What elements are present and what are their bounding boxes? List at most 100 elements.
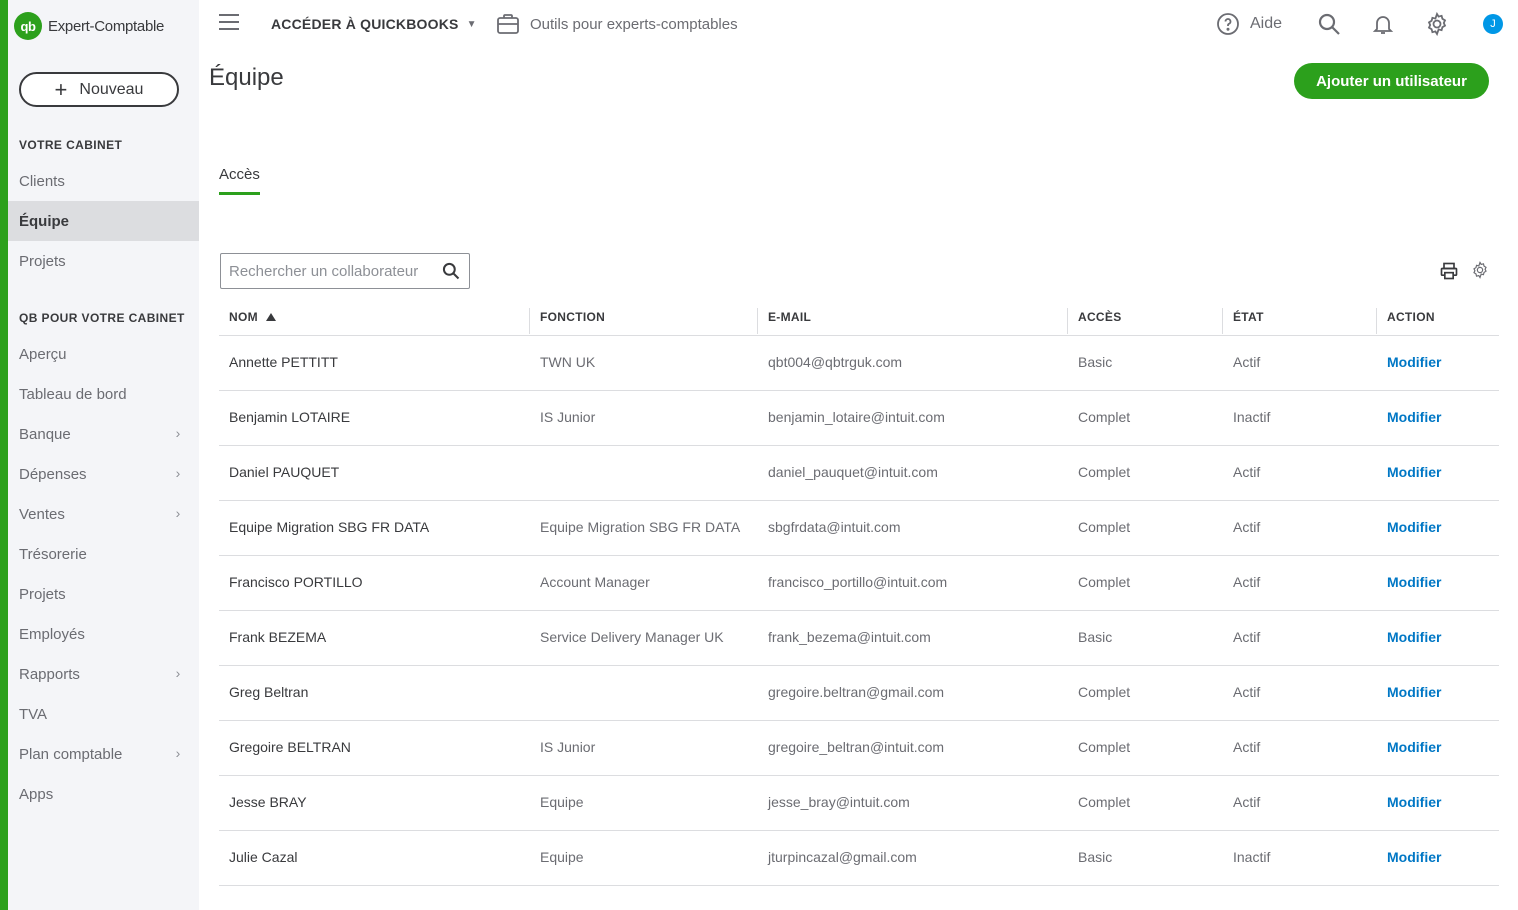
edit-link[interactable]: Modifier — [1387, 739, 1441, 755]
edit-link[interactable]: Modifier — [1387, 684, 1441, 700]
sidebar-item-equipe[interactable]: Équipe — [8, 201, 199, 241]
hamburger-icon[interactable] — [219, 14, 239, 32]
cell-function: Service Delivery Manager UK — [540, 629, 724, 645]
edit-link[interactable]: Modifier — [1387, 629, 1441, 645]
sidebar-item-depenses[interactable]: Dépenses › — [8, 454, 199, 494]
gear-icon[interactable] — [1425, 12, 1449, 36]
cell-name: Gregoire BELTRAN — [229, 739, 351, 755]
cell-access: Complet — [1078, 574, 1131, 590]
sidebar-item-label: TVA — [19, 705, 48, 723]
sidebar-item-clients[interactable]: Clients — [8, 161, 199, 201]
sidebar-item-projets[interactable]: Projets — [8, 241, 199, 281]
cell-function: IS Junior — [540, 739, 596, 755]
search-input[interactable] — [229, 261, 434, 281]
add-user-button[interactable]: Ajouter un utilisateur — [1294, 63, 1489, 99]
cell-email: benjamin_lotaire@intuit.com — [768, 409, 945, 425]
edit-link[interactable]: Modifier — [1387, 519, 1441, 535]
chevron-right-icon: › — [175, 425, 181, 441]
briefcase-icon — [497, 14, 519, 34]
edit-link[interactable]: Modifier — [1387, 464, 1441, 480]
team-table: NOM FONCTION E-MAIL ACCÈS ÉTAT ACTION Annette… — [219, 300, 1499, 886]
chevron-right-icon: › — [175, 665, 181, 681]
column-header-label: NOM — [229, 310, 258, 324]
sidebar-item-label: Équipe — [19, 212, 70, 230]
access-quickbooks-label: ACCÉDER À QUICKBOOKS — [271, 16, 459, 32]
table-row[interactable]: Julie Cazal Equipe jturpincazal@gmail.com B… — [219, 831, 1499, 886]
cell-function: Equipe — [540, 849, 584, 865]
access-quickbooks-menu[interactable]: ACCÉDER À QUICKBOOKS ▼ — [271, 16, 477, 32]
accountant-tools-button[interactable]: Outils pour experts-comptables — [496, 12, 738, 36]
edit-link[interactable]: Modifier — [1387, 849, 1441, 865]
cell-access: Complet — [1078, 409, 1131, 425]
cell-name: Annette PETTITT — [229, 354, 338, 370]
column-divider[interactable] — [1376, 308, 1377, 334]
table-row[interactable]: Gregoire BELTRAN IS Junior gregoire_beltra… — [219, 721, 1499, 776]
cell-name: Benjamin LOTAIRE — [229, 409, 351, 425]
sidebar-item-tableau-de-bord[interactable]: Tableau de bord — [8, 374, 199, 414]
cell-access: Complet — [1078, 684, 1131, 700]
sidebar-item-banque[interactable]: Banque › — [8, 414, 199, 454]
table-settings-icon[interactable] — [1471, 261, 1489, 279]
column-header-nom[interactable]: NOM — [229, 310, 276, 324]
table-row[interactable]: Equipe Migration SBG FR DATA Equipe Migra… — [219, 501, 1499, 556]
column-header-fonction[interactable]: FONCTION — [540, 310, 605, 324]
table-row[interactable]: Annette PETTITT TWN UK qbt004@qbtrguk.com B… — [219, 336, 1499, 391]
table-row[interactable]: Francisco PORTILLO Account Manager francis… — [219, 556, 1499, 611]
sidebar-item-apps[interactable]: Apps — [8, 774, 199, 814]
cell-state: Actif — [1233, 739, 1261, 755]
column-divider[interactable] — [529, 308, 530, 334]
avatar[interactable]: J — [1483, 14, 1503, 34]
brand-strip — [0, 0, 8, 910]
brand[interactable]: qb Expert-Comptable — [14, 11, 164, 41]
edit-link[interactable]: Modifier — [1387, 574, 1441, 590]
table-row[interactable]: Benjamin LOTAIRE IS Junior benjamin_lotair… — [219, 391, 1499, 446]
sidebar-item-rapports[interactable]: Rapports › — [8, 654, 199, 694]
sidebar-item-tresorerie[interactable]: Trésorerie — [8, 534, 199, 574]
tab-access[interactable]: Accès — [219, 166, 260, 195]
table-row[interactable]: Greg Beltran gregoire.beltran@gmail.com Co… — [219, 666, 1499, 721]
sidebar-item-projets[interactable]: Projets — [8, 574, 199, 614]
sidebar-item-label: Employés — [19, 625, 85, 643]
table-header: NOM FONCTION E-MAIL ACCÈS ÉTAT ACTION — [219, 300, 1499, 336]
sidebar-item-label: Projets — [19, 585, 66, 603]
brand-name: Expert-Comptable — [48, 17, 165, 35]
cell-access: Basic — [1078, 629, 1113, 645]
cell-function: TWN UK — [540, 354, 596, 370]
cell-name: Greg Beltran — [229, 684, 309, 700]
column-header-etat[interactable]: ÉTAT — [1233, 310, 1264, 324]
help-button[interactable]: Aide — [1216, 12, 1282, 36]
search-icon[interactable] — [1317, 12, 1341, 36]
cell-name: Julie Cazal — [229, 849, 298, 865]
print-icon[interactable] — [1439, 261, 1459, 281]
sidebar-item-plan-comptable[interactable]: Plan comptable › — [8, 734, 199, 774]
column-divider[interactable] — [1222, 308, 1223, 334]
cell-state: Actif — [1233, 464, 1261, 480]
search-icon[interactable] — [441, 261, 461, 281]
table-row[interactable]: Frank BEZEMA Service Delivery Manager UK f… — [219, 611, 1499, 666]
column-header-action[interactable]: ACTION — [1387, 310, 1435, 324]
sidebar-item-apercu[interactable]: Aperçu — [8, 334, 199, 374]
new-button[interactable]: + Nouveau — [19, 72, 179, 107]
bell-icon[interactable] — [1371, 12, 1395, 36]
cell-state: Actif — [1233, 519, 1261, 535]
sidebar: qb Expert-Comptable + Nouveau VOTRE CABI… — [8, 0, 199, 910]
edit-link[interactable]: Modifier — [1387, 354, 1441, 370]
sidebar-item-tva[interactable]: TVA — [8, 694, 199, 734]
column-header-acces[interactable]: ACCÈS — [1078, 310, 1122, 324]
column-divider[interactable] — [1067, 308, 1068, 334]
sidebar-item-employes[interactable]: Employés — [8, 614, 199, 654]
column-header-e-mail[interactable]: E-MAIL — [768, 310, 811, 324]
chevron-right-icon: › — [175, 745, 181, 761]
cell-state: Actif — [1233, 354, 1261, 370]
column-divider[interactable] — [757, 308, 758, 334]
edit-link[interactable]: Modifier — [1387, 409, 1441, 425]
sidebar-item-ventes[interactable]: Ventes › — [8, 494, 199, 534]
table-row[interactable]: Jesse BRAY Equipe jesse_bray@intuit.com Com… — [219, 776, 1499, 831]
table-row[interactable]: Daniel PAUQUET daniel_pauquet@intuit.com C… — [219, 446, 1499, 501]
sidebar-item-label: Rapports — [19, 665, 80, 683]
cell-access: Complet — [1078, 519, 1131, 535]
column-header-label: FONCTION — [540, 310, 606, 324]
cell-email: francisco_portillo@intuit.com — [768, 574, 948, 590]
cell-name: Equipe Migration SBG FR DATA — [229, 519, 430, 535]
edit-link[interactable]: Modifier — [1387, 794, 1441, 810]
